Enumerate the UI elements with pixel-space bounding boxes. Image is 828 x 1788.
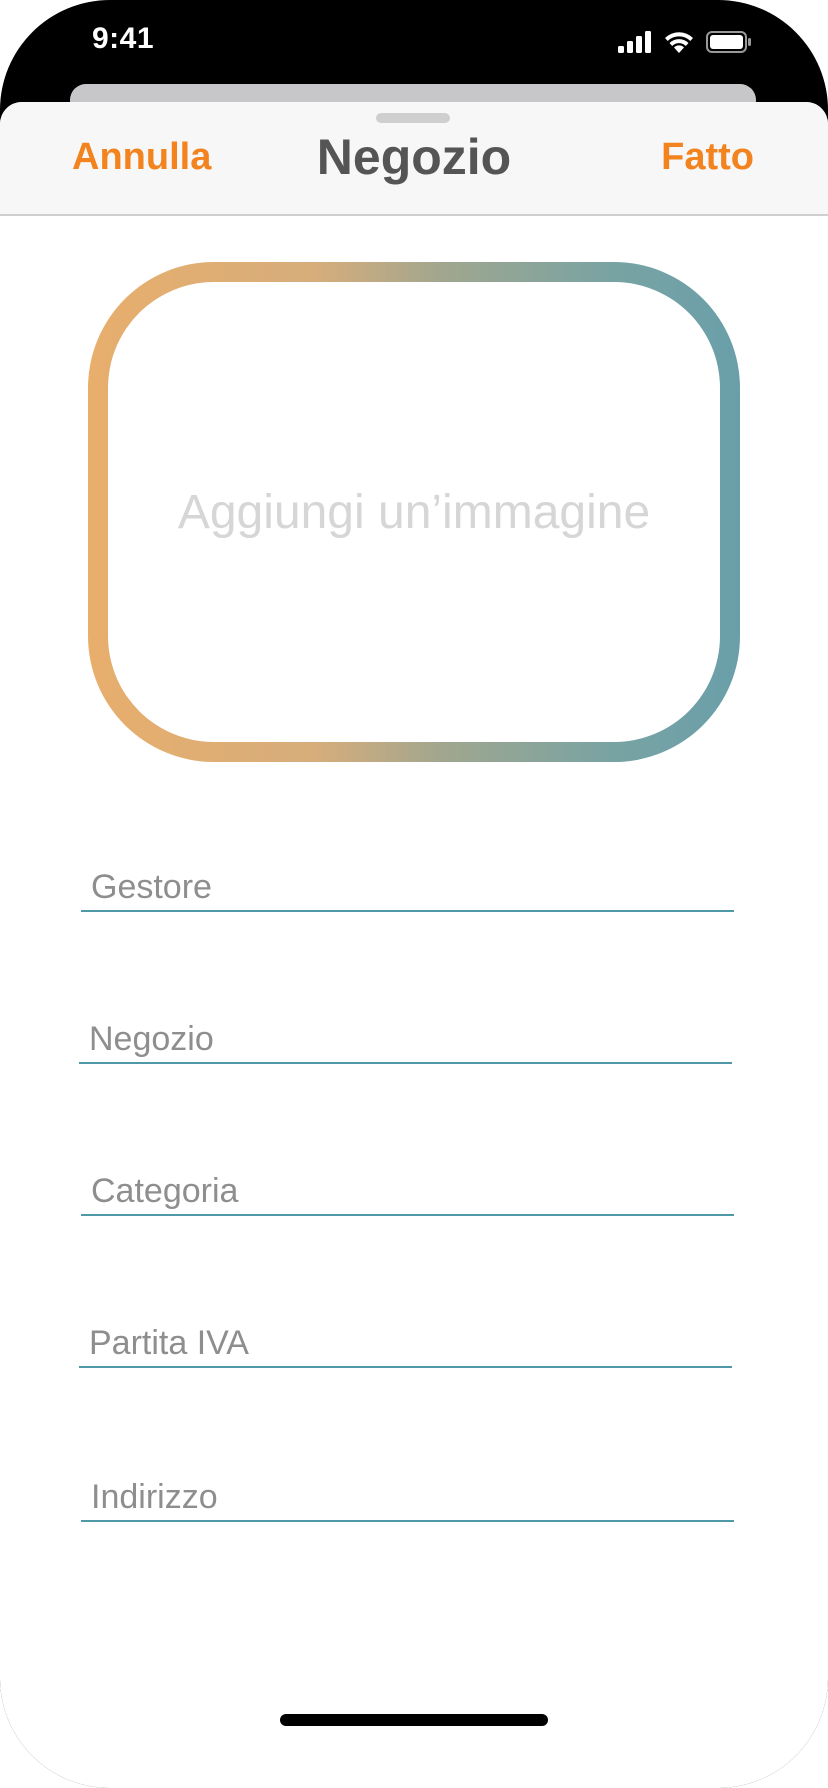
done-button[interactable]: Fatto — [661, 136, 754, 179]
battery-icon — [706, 31, 751, 53]
cancel-button[interactable]: Annulla — [72, 136, 211, 179]
add-image-button[interactable]: Aggiungi un’immagine — [88, 262, 740, 762]
add-image-label: Aggiungi un’immagine — [177, 485, 651, 539]
sheet-grabber[interactable] — [376, 113, 450, 123]
indirizzo-field[interactable] — [81, 1462, 734, 1522]
negozio-field[interactable] — [79, 1004, 732, 1064]
status-time: 9:41 — [92, 22, 155, 55]
gestore-field[interactable] — [81, 852, 734, 912]
partita-iva-input[interactable] — [79, 1308, 732, 1366]
partita-iva-field[interactable] — [79, 1308, 732, 1368]
modal-sheet: Annulla Negozio Fatto Aggiungi un’immagi… — [0, 102, 828, 1788]
categoria-field[interactable] — [81, 1156, 734, 1216]
home-indicator[interactable] — [280, 1714, 548, 1726]
categoria-input[interactable] — [81, 1156, 734, 1214]
status-icons — [618, 28, 752, 56]
image-placeholder: Aggiungi un’immagine — [108, 282, 720, 742]
indirizzo-input[interactable] — [81, 1462, 734, 1520]
wifi-icon — [665, 32, 693, 53]
gestore-input[interactable] — [81, 852, 734, 910]
cellular-signal-icon — [618, 31, 651, 53]
device-frame: 9:41 Annulla Negozio Fatto Aggiungi un’i… — [0, 0, 828, 1788]
negozio-input[interactable] — [79, 1004, 732, 1062]
status-bar: 9:41 — [0, 0, 828, 84]
navigation-bar: Annulla Negozio Fatto — [0, 102, 828, 216]
